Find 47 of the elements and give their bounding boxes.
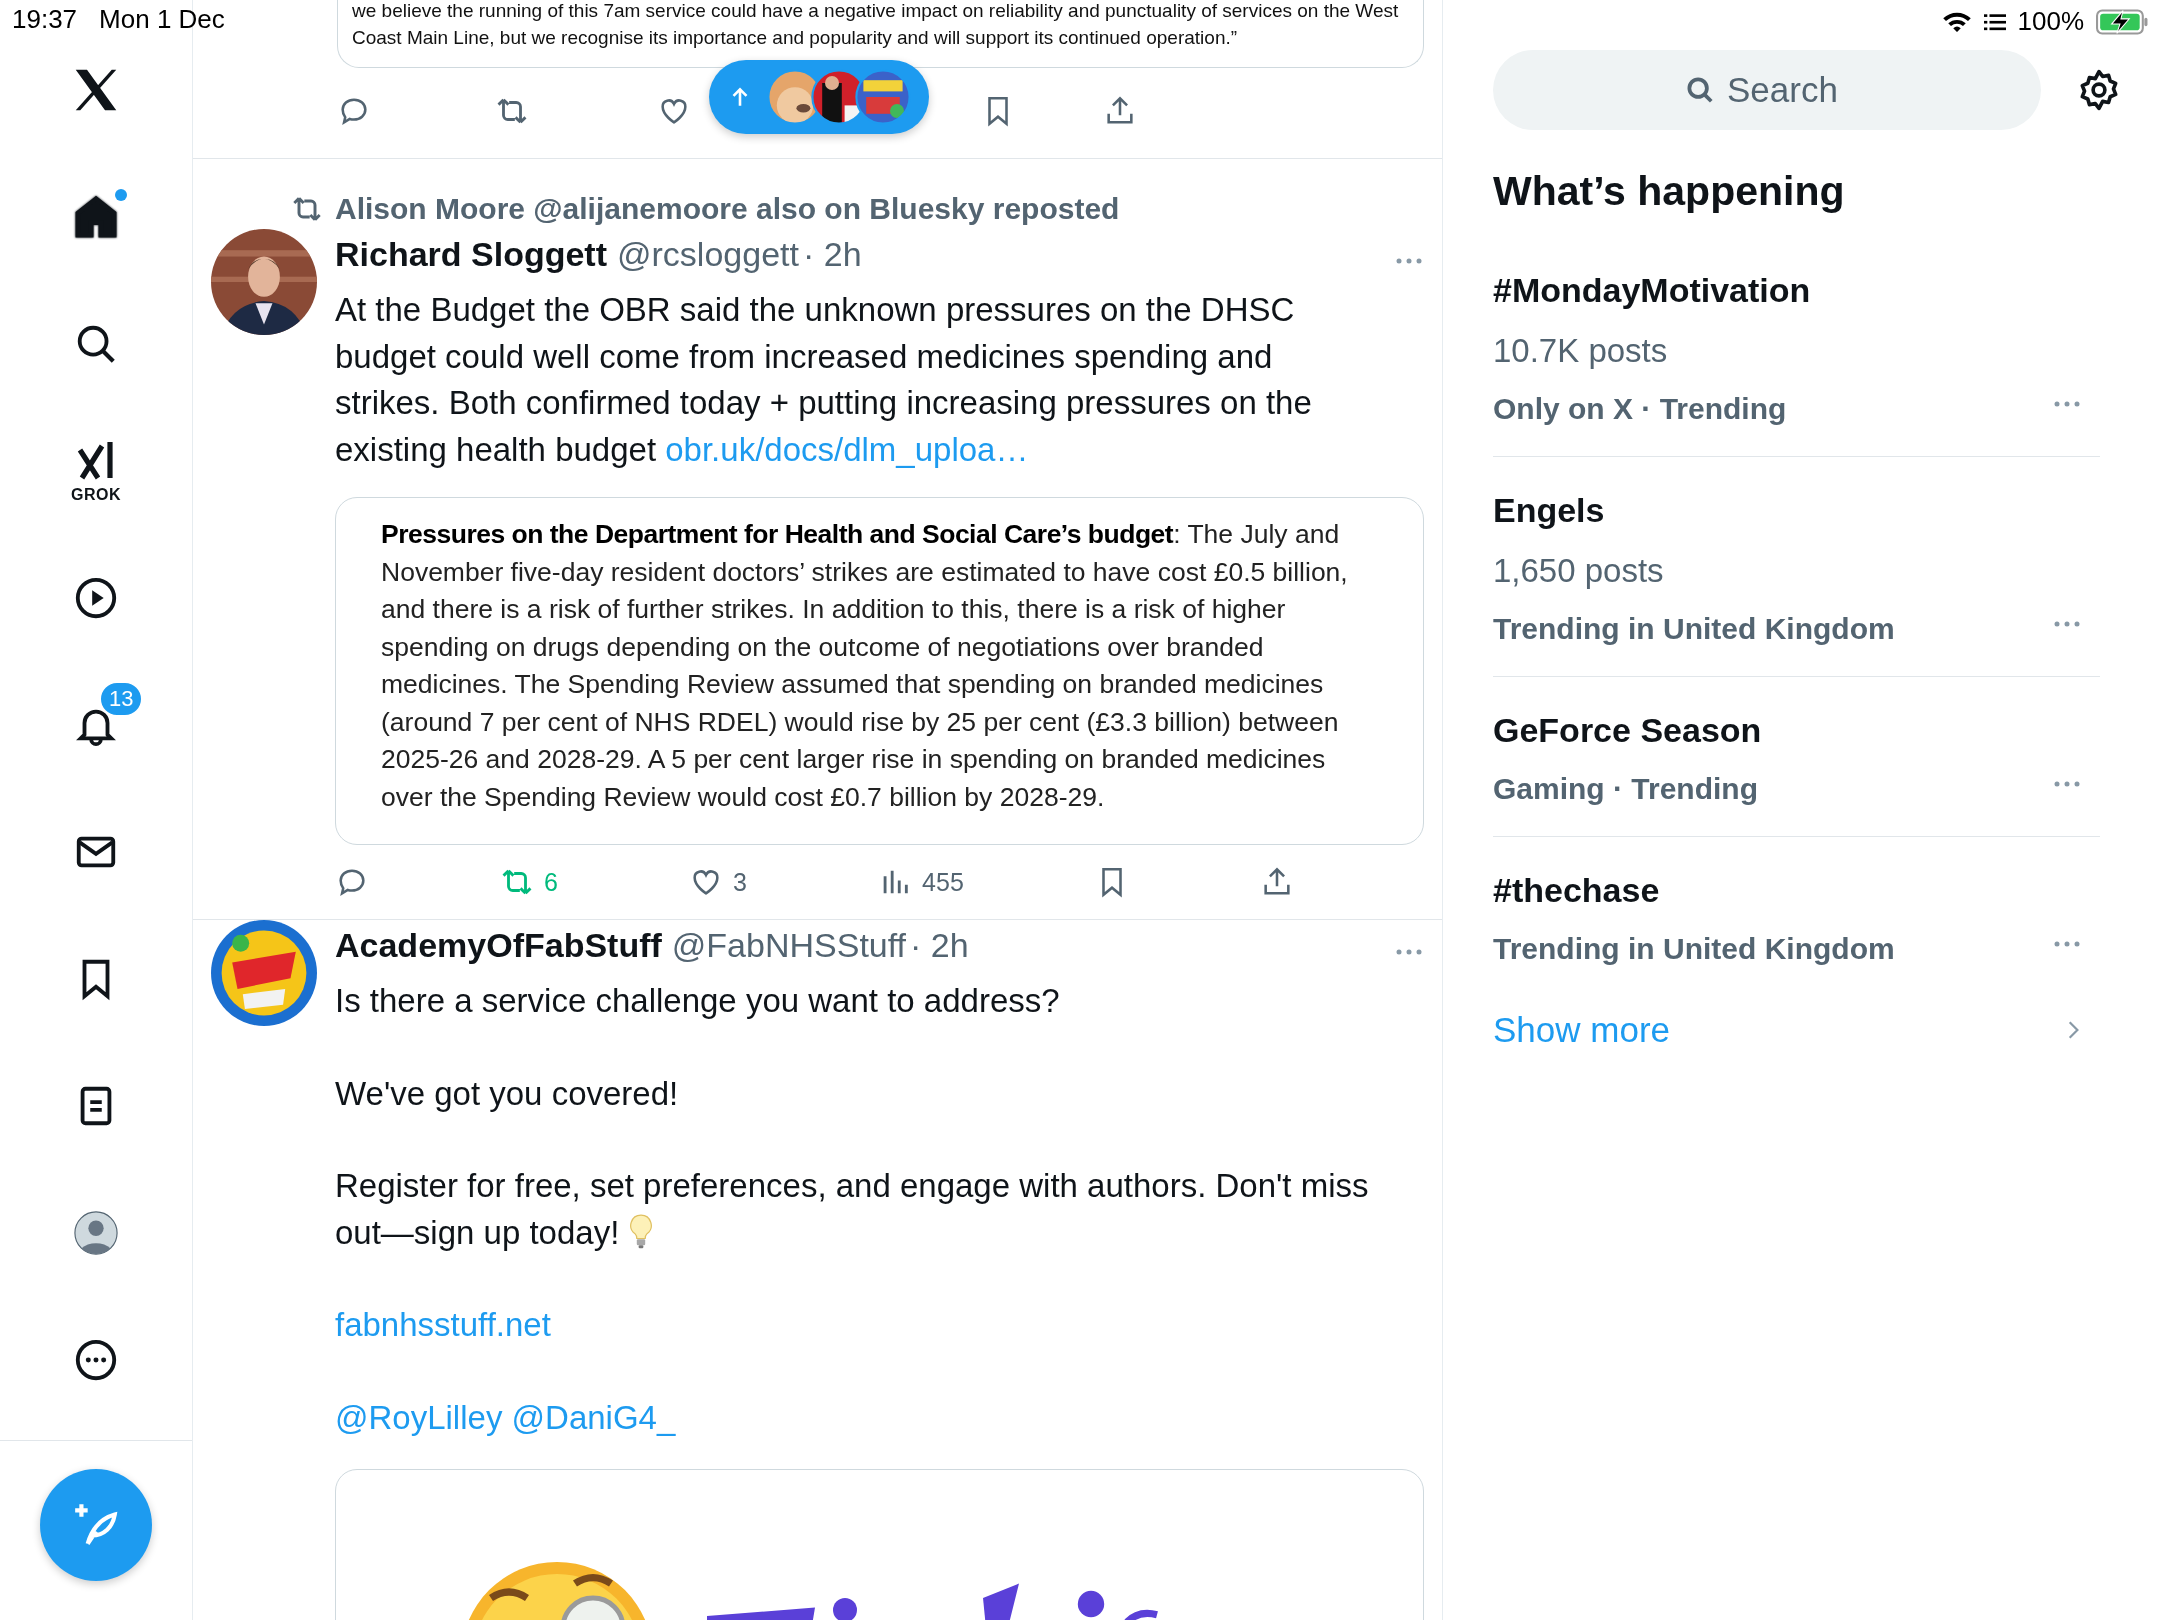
author-handle[interactable]: @FabNHSStuff	[671, 926, 907, 965]
post-time: · 2h	[802, 235, 862, 274]
avatar-icon[interactable]	[73, 1210, 119, 1256]
more-icon[interactable]	[73, 1337, 119, 1383]
trend-post-count: 1,650 posts	[1493, 552, 1665, 590]
home-icon[interactable]	[73, 194, 119, 240]
notification-count: 13	[99, 681, 144, 717]
media-card[interactable]	[335, 1469, 1424, 1620]
battery-percent: 100%	[2017, 6, 2084, 37]
quoted-text: Pressures on the Department for Health and Social Care’s budget: The July and November five-day resident doctors’ strikes are estimated to have cost £0.5 billion, and there is a risk of further strikes. In addition to this, there is a risk of higher spending on drugs depending on the outcome of negotiations over branded medicines. The Spending Review assumed that spending on branded medicines (around 7 per cent of NHS RDEL) would rise by 25 per cent (£3.3 billion) between 2025-26 and 2028-29. A 5 per cent larger rise in spending on branded medicines over the Spending Review would cost £0.7 billion by 2028-29.	[381, 518, 1349, 814]
quote-text-line: we believe the running of this 7am service could have a negative impact on reliability and punctuality of services on the West	[352, 0, 1400, 22]
post-text: Is there a service challenge you want to address?	[335, 981, 1061, 1021]
chevron-right-icon	[2066, 1019, 2080, 1041]
status-time: 19:37	[12, 4, 78, 35]
post-text: Register for free, set preferences, and engage with authors. Don't miss out—sign up today!	[335, 1167, 1369, 1251]
list-icon	[1983, 12, 2006, 31]
quote-text-line: Coast Main Line, but we recognise its importance and popularity and will support its continued operation.”	[352, 26, 1239, 50]
search-icon	[1685, 75, 1715, 105]
trend-item[interactable]: #thechase Trending in United Kingdom	[1493, 837, 2100, 996]
author-name[interactable]: AcademyOfFabStuff	[335, 926, 662, 965]
trend-name[interactable]: #thechase	[1493, 871, 1895, 910]
trend-context: Gaming · Trending	[1493, 772, 1759, 806]
post-text: We've got you covered!	[335, 1073, 680, 1114]
author-name[interactable]: Richard Sloggett	[335, 235, 608, 274]
views-button[interactable]: 455	[878, 865, 964, 899]
search-field[interactable]: Search	[1725, 69, 1849, 111]
trend-post-count: 10.7K posts	[1493, 332, 1669, 370]
trend-context: Only on X · Trending	[1493, 392, 1788, 426]
trend-context: Trending in United Kingdom	[1493, 932, 1895, 966]
section-heading: What’s happening	[1493, 168, 1846, 215]
repost-attribution[interactable]: Alison Moore @alijanemoore also on Bluesky reposted	[335, 192, 1120, 226]
play-icon[interactable]	[73, 575, 119, 621]
trend-name[interactable]: #MondayMotivation	[1493, 271, 1811, 310]
author-handle[interactable]: @rcsloggett	[617, 235, 799, 274]
grok-label: GROK	[71, 486, 121, 504]
trend-item[interactable]: GeForce Season Gaming · Trending	[1493, 677, 2100, 837]
like-button[interactable]: 3	[689, 865, 747, 899]
post-text: At the Budget the OBR said the unknown pressures on the DHSC budget could well come from increased medicines spending and strikes. Both confirmed today + putting increasing pressures on the existing health budget obr.uk/docs/dlm_uploa…	[335, 290, 1313, 470]
trend-item[interactable]: Engels 1,650 posts Trending in United Kingdom	[1493, 457, 2100, 677]
status-date: Mon 1 Dec	[99, 4, 225, 35]
post-time: · 2h	[910, 926, 969, 965]
trend-name[interactable]: Engels	[1493, 491, 1895, 530]
new-posts-pill[interactable]	[709, 60, 929, 134]
trend-item[interactable]: #MondayMotivation 10.7K posts Only on X · Trending	[1493, 237, 2100, 457]
trend-name[interactable]: GeForce Season	[1493, 711, 1762, 750]
compose-button[interactable]	[40, 1469, 152, 1581]
trend-context: Trending in United Kingdom	[1493, 612, 1895, 646]
